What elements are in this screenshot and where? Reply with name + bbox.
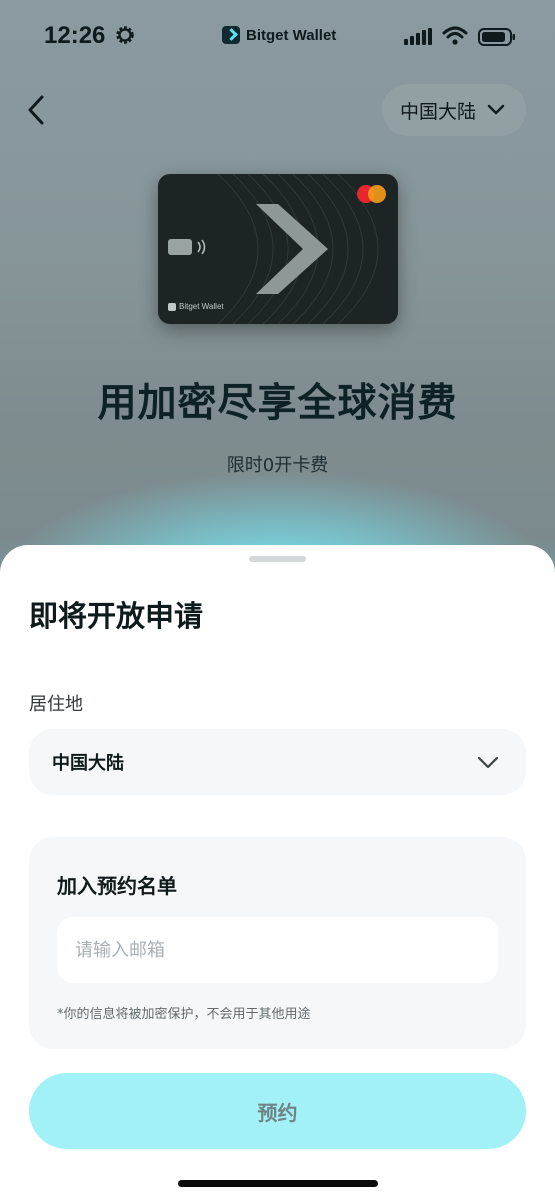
region-selector[interactable]: 中国大陆: [382, 84, 526, 136]
waitlist-title: 加入预约名单: [57, 874, 177, 898]
residence-select[interactable]: 中国大陆: [29, 729, 526, 795]
hero-title: 用加密尽享全球消费: [97, 381, 458, 426]
email-field[interactable]: [57, 917, 498, 983]
bitget-logo-icon: [222, 26, 240, 44]
battery-icon: [478, 28, 515, 46]
wifi-icon: [442, 26, 468, 45]
residence-value: 中国大陆: [52, 753, 124, 774]
signal-icon: [404, 28, 432, 45]
reserve-button[interactable]: 预约: [29, 1073, 526, 1149]
waitlist-panel: 加入预约名单 *你的信息将被加密保护，不会用于其他用途: [29, 837, 526, 1049]
gear-icon: [116, 26, 134, 44]
chevron-down-icon: [487, 104, 505, 115]
privacy-note: *你的信息将被加密保护，不会用于其他用途: [57, 1007, 311, 1022]
status-time: 12:26: [44, 22, 106, 49]
card-brand-label: Bitget Wallet: [179, 302, 224, 311]
app-brand: Bitget Wallet: [222, 26, 336, 44]
payment-card-image: Bitget Wallet: [158, 174, 398, 324]
bottom-sheet: 即将开放申请 居住地 中国大陆 加入预约名单 *你的信息将被加密保护，不会用于其…: [0, 545, 555, 1200]
residence-label: 居住地: [29, 694, 83, 715]
card-brand: Bitget Wallet: [168, 302, 224, 311]
app-brand-label: Bitget Wallet: [246, 26, 337, 44]
sheet-drag-handle[interactable]: [249, 556, 306, 562]
bitget-logo-icon: [168, 302, 176, 311]
hero-subtitle: 限时0开卡费: [226, 455, 329, 476]
chevron-down-icon: [477, 756, 499, 769]
home-indicator: [178, 1180, 378, 1187]
sheet-title: 即将开放申请: [29, 599, 204, 633]
region-selector-label: 中国大陆: [400, 100, 477, 123]
chevron-left-icon[interactable]: [22, 92, 52, 128]
status-bar: 12:26 Bitget Wallet: [0, 0, 555, 72]
